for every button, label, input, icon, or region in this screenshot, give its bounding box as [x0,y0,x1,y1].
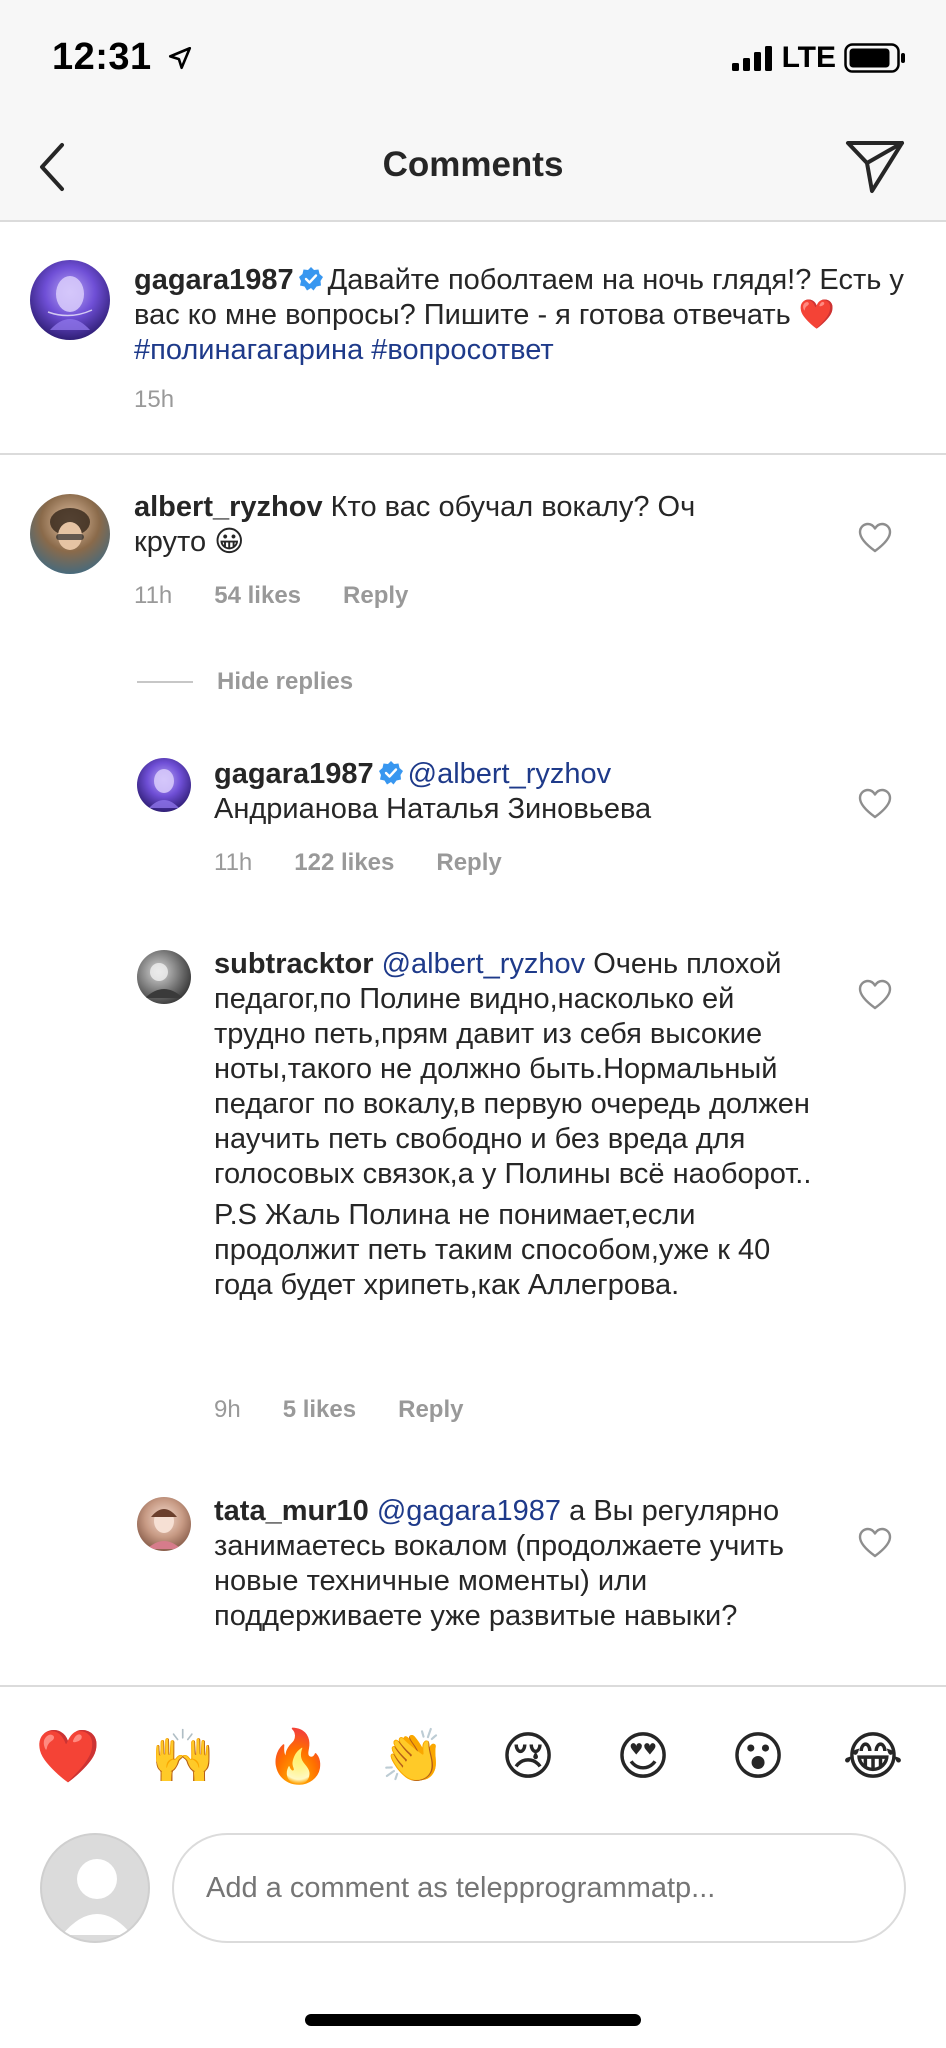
status-time: 12:31 [52,36,193,79]
location-arrow-icon [168,46,191,70]
status-indicators: LTE [731,41,906,74]
emoji-quick-bar: ❤️ 🙌 🔥 👏 😢 😍 😮 😂 [0,1685,946,1825]
divider [137,681,193,683]
hide-replies-label: Hide replies [217,668,354,695]
signal-icon [731,46,772,71]
emoji-surprised-button[interactable]: 😮 [723,1727,793,1787]
reply-button[interactable]: Reply [398,1396,463,1424]
avatar-portrait-icon [145,963,183,998]
post-caption: gagara1987 Давайте поболтаем на ночь гля… [0,222,946,455]
like-heart-icon[interactable] [858,979,892,1011]
current-user-avatar [40,1833,150,1943]
reply-meta: 11h 122 likes Reply [214,849,544,877]
verified-badge-icon [298,267,323,291]
comment-input[interactable] [172,1833,906,1943]
emoji-crying-button[interactable]: 😢 [493,1727,563,1787]
timestamp: 11h [134,582,173,609]
reply-text: gagara1987 @albert_ryzhov Андрианова Ната… [214,757,774,827]
reply-body-postscript: P.S Жаль Полина не понимает,если продолж… [214,1199,771,1301]
reply-username[interactable]: tata_mur10 [214,1495,369,1527]
reply-username[interactable]: gagara1987 [214,758,374,790]
likes-count[interactable]: 5 likes [283,1396,356,1424]
timestamp: 9h [214,1396,241,1423]
avatar[interactable] [137,758,191,812]
comment-text: albert_ryzhov Кто вас обучал вокалу? Оч … [134,490,774,560]
mention-link[interactable]: @gagara1987 [377,1495,561,1527]
reply-meta: 9h 5 likes Reply [214,1396,505,1424]
emoji-heart-button[interactable]: ❤️ [33,1727,103,1787]
caption-username[interactable]: gagara1987 [134,264,294,296]
emoji-fire-button[interactable]: 🔥 [263,1727,333,1787]
page-title: Comments [382,145,564,184]
reply-text: tata_mur10 @gagara1987 а Вы регулярно за… [214,1494,814,1634]
default-user-icon [62,1859,132,1935]
battery-icon [844,43,905,73]
hide-replies-toggle[interactable]: Hide replies [137,668,353,696]
avatar-portrait-icon [50,508,90,550]
reply-username[interactable]: subtracktor [214,948,374,980]
avatar-portrait-icon [47,276,93,330]
emoji-heart-eyes-button[interactable]: 😍 [608,1727,678,1787]
reply-button[interactable]: Reply [436,849,501,877]
red-heart-emoji: ❤️ [798,299,835,331]
like-heart-icon[interactable] [858,522,892,554]
like-heart-icon[interactable] [858,1527,892,1559]
emoji-raised-hands-button[interactable]: 🙌 [148,1727,218,1787]
avatar-portrait-icon [149,769,179,808]
time-text: 12:31 [52,36,152,78]
reply-text: subtracktor @albert_ryzhov Очень плохой … [214,947,824,1303]
verified-badge-icon [378,761,403,785]
timestamp: 15h [134,386,175,413]
navigation-bar: Comments [0,115,946,222]
direct-send-icon[interactable] [842,133,908,199]
avatar[interactable] [30,494,110,574]
avatar[interactable] [137,950,191,1004]
comment-meta: 11h 54 likes Reply [134,582,450,610]
reply-body: Очень плохой педагог,по Полине видно,нас… [214,948,812,1190]
reply-button[interactable]: Reply [343,582,408,610]
caption-text: gagara1987 Давайте поболтаем на ночь гля… [134,263,914,368]
mention-link[interactable]: @albert_ryzhov [408,758,612,790]
hashtag-link[interactable]: #вопросответ [371,334,553,366]
avatar[interactable] [30,260,110,340]
comment-input-row [0,1825,946,1965]
hashtag-link[interactable]: #полинагагарина [134,334,363,366]
comment-username[interactable]: albert_ryzhov [134,491,323,523]
home-indicator[interactable] [305,2014,641,2026]
emoji-laughing-button[interactable]: 😂 [838,1727,908,1787]
status-bar: 12:31 LTE [0,0,946,115]
reply-body: Андрианова Наталья Зиновьева [214,793,652,825]
mention-link[interactable]: @albert_ryzhov [382,948,586,980]
likes-count[interactable]: 122 likes [294,849,394,877]
like-heart-icon[interactable] [858,788,892,820]
avatar[interactable] [137,1497,191,1551]
avatar-portrait-icon [147,1509,181,1549]
likes-count[interactable]: 54 likes [214,582,301,610]
network-type: LTE [781,41,836,74]
caption-meta: 15h [134,386,216,414]
timestamp: 11h [214,849,253,876]
emoji-clap-button[interactable]: 👏 [378,1727,448,1787]
